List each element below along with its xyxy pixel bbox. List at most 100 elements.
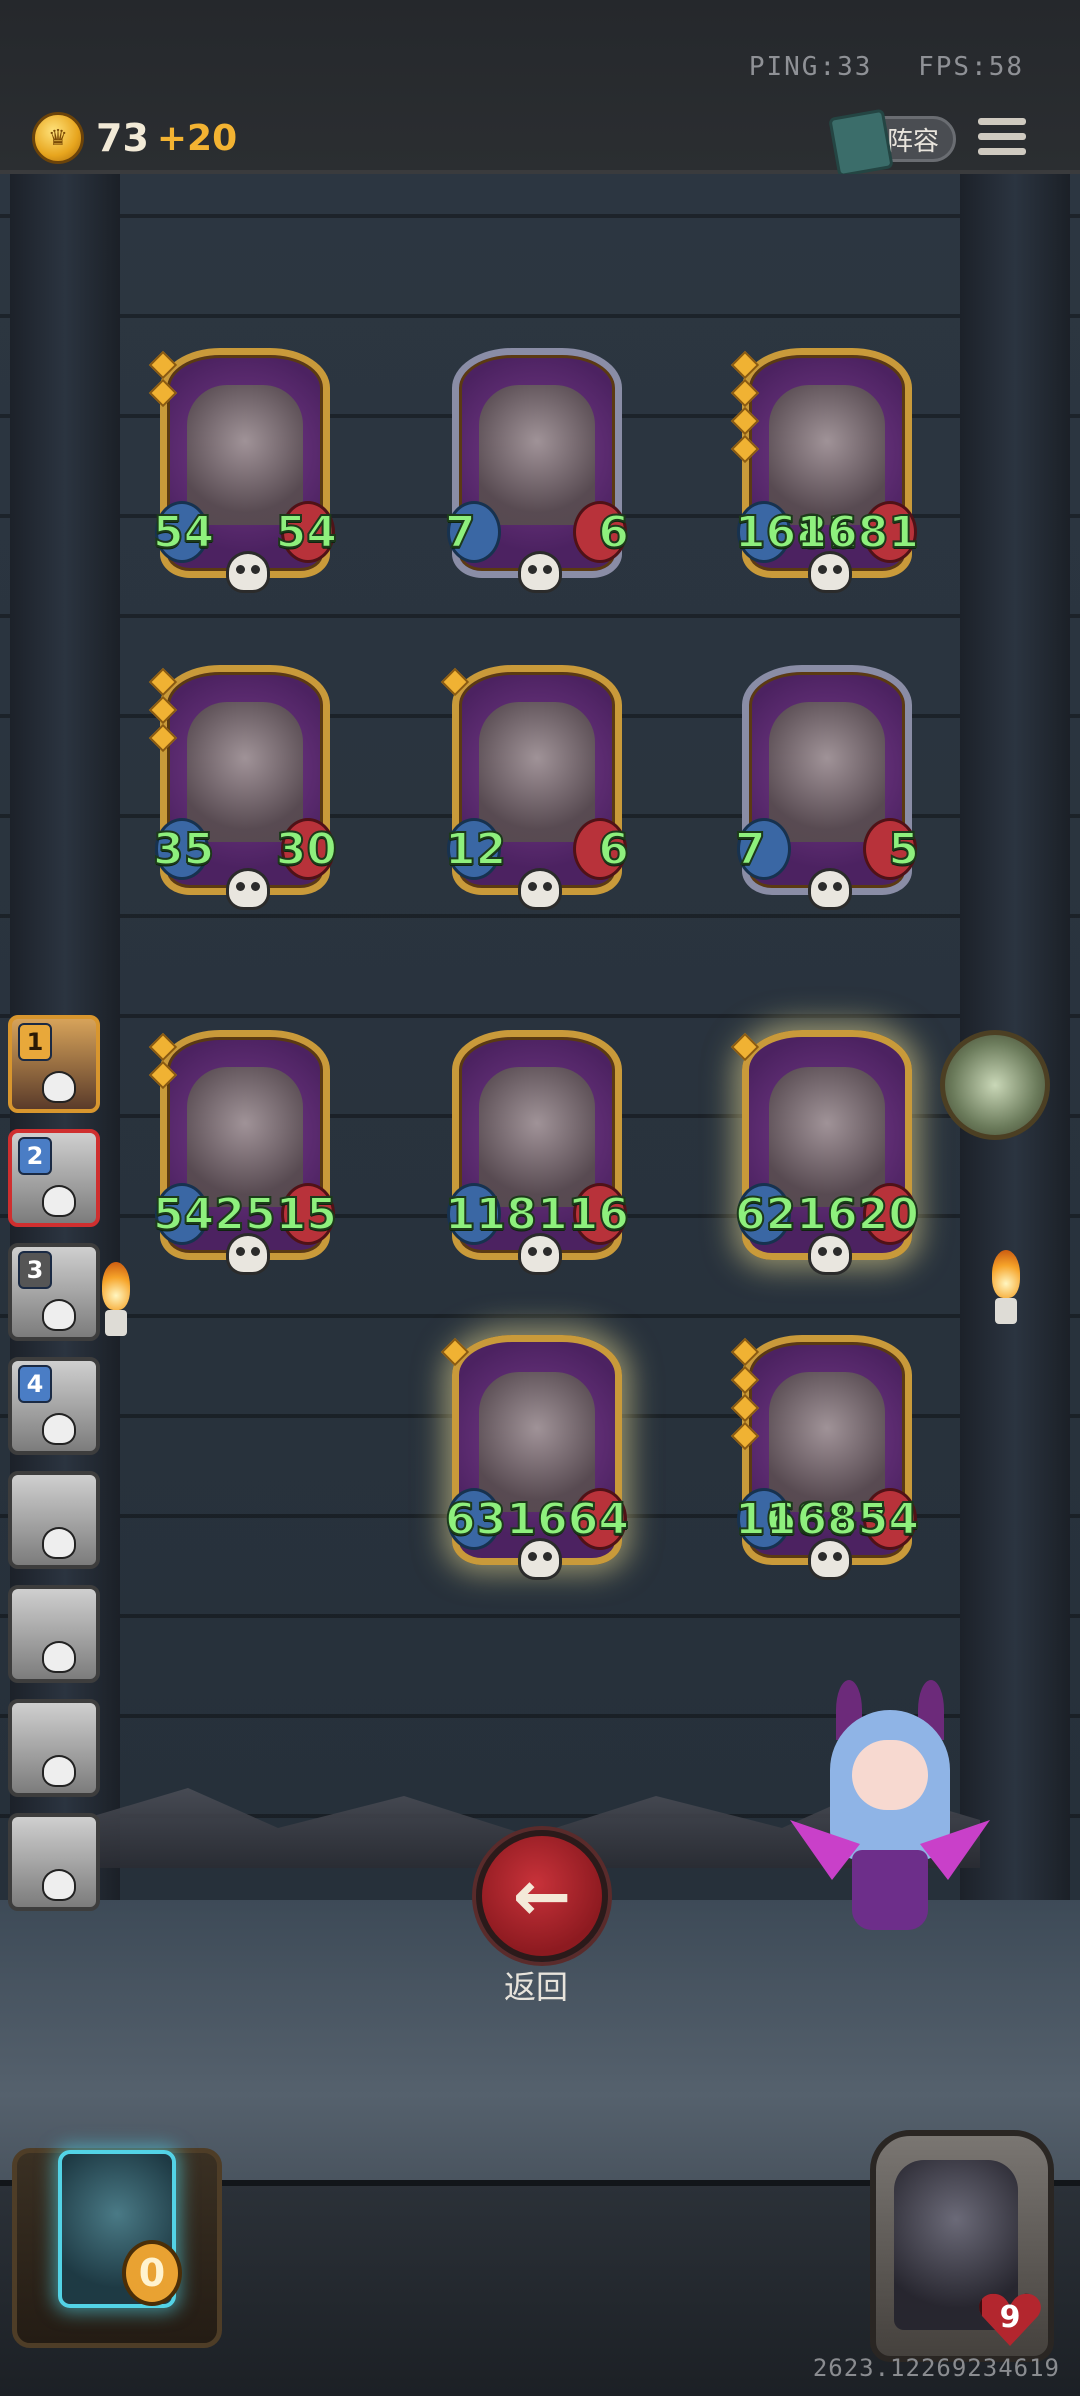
cup-count-badge: 0 (122, 2240, 182, 2306)
parrot-card[interactable]: 621 620 (730, 1030, 920, 1275)
minion-health: 620 (826, 1189, 920, 1240)
skull-icon (518, 551, 562, 593)
pelican-card[interactable]: 75 (734, 665, 920, 910)
minion-attack: 35 (152, 824, 215, 875)
skull-icon (226, 1233, 270, 1275)
octopus-pirate-card[interactable]: 16843 16854 (730, 1335, 920, 1580)
skull-icon (518, 1538, 562, 1580)
pelican-gold-card[interactable]: 542 515 (148, 1030, 338, 1275)
skull-icon (42, 1527, 76, 1559)
minion-portrait (187, 385, 303, 525)
hero-lives: 9 (999, 2300, 1021, 2335)
network-status: PING:33 FPS:58 (749, 52, 1024, 82)
opponent-slot[interactable] (8, 1813, 100, 1911)
skull-icon (42, 1185, 76, 1217)
gold-counter: ♛ 73 +20 (32, 112, 237, 164)
gold-bonus: +20 (156, 117, 238, 159)
minion-attack: 631 (444, 1494, 538, 1545)
minion-portrait (479, 385, 595, 525)
rank-badge: 4 (18, 1365, 52, 1403)
star-level-icon (730, 1032, 760, 1065)
opponent-slot[interactable] (8, 1699, 100, 1797)
skull-icon (42, 1299, 76, 1331)
minion-portrait (769, 1372, 885, 1512)
skull-icon (518, 1233, 562, 1275)
opponent-slot[interactable]: 3 (8, 1243, 100, 1341)
minion-health: 6 (597, 507, 630, 558)
minion-portrait (187, 1067, 303, 1207)
minion-portrait (187, 702, 303, 842)
skull-icon (808, 1233, 852, 1275)
castle-card[interactable]: 1681 1681 (730, 348, 920, 593)
opponent-slot[interactable] (8, 1585, 100, 1683)
masked-rabbit-gold-card[interactable]: 631 664 (440, 1335, 630, 1580)
minion-attack: 621 (734, 1189, 828, 1240)
minion-health: 1681 (796, 507, 920, 558)
skull-icon (42, 1413, 76, 1445)
torch-icon (986, 1250, 1026, 1330)
minion-health: 116 (536, 1189, 630, 1240)
team-lineup-button[interactable]: 阵容 (828, 108, 956, 178)
minion-health: 6 (597, 824, 630, 875)
minion-health: 16854 (765, 1494, 920, 1545)
gold-amount: 73 (96, 116, 149, 160)
book-icon (828, 108, 894, 178)
team-lineup-label: 阵容 (886, 126, 939, 157)
minion-health: 30 (275, 824, 338, 875)
minion-health: 664 (536, 1494, 630, 1545)
minion-attack: 542 (152, 1189, 246, 1240)
skull-icon (42, 1071, 76, 1103)
fps-readout: FPS:58 (918, 52, 1024, 82)
minion-health: 515 (244, 1189, 338, 1240)
minion-attack: 54 (152, 507, 215, 558)
minion-attack: 7 (734, 824, 767, 875)
minion-portrait (479, 1372, 595, 1512)
gold-coin-icon: ♛ (32, 112, 84, 164)
back-label: 返回 (503, 1968, 568, 2006)
skull-icon (42, 1755, 76, 1787)
opponent-slot[interactable]: 2 (8, 1129, 100, 1227)
skull-icon (808, 551, 852, 593)
minion-health: 5 (887, 824, 920, 875)
opponent-slot[interactable]: 1 (8, 1015, 100, 1113)
pocket-watch-icon[interactable] (940, 1030, 1050, 1140)
skull-icon (808, 868, 852, 910)
back-button[interactable]: ← (476, 1830, 608, 1962)
rank-badge: 1 (18, 1023, 52, 1061)
demon-girl-character (790, 1680, 990, 1960)
star-level-icon (148, 350, 178, 411)
rank-badge: 2 (18, 1137, 52, 1175)
minion-portrait (769, 385, 885, 525)
seed-readout: 2623.12269234619 (812, 2354, 1060, 2382)
skull-icon (808, 1538, 852, 1580)
skull-icon (42, 1869, 76, 1901)
minion-health: 54 (275, 507, 338, 558)
opponent-slot[interactable]: 4 (8, 1357, 100, 1455)
menu-icon[interactable] (978, 118, 1026, 160)
minion-portrait (769, 1067, 885, 1207)
witch-card[interactable]: 12 6 (440, 665, 630, 910)
minion-portrait (769, 702, 885, 842)
ping-readout: PING:33 (748, 52, 873, 82)
arrow-left-icon: ← (512, 1855, 572, 1937)
star-level-icon (440, 667, 470, 700)
monster-stack-card[interactable]: 35 30 (148, 665, 338, 910)
star-level-icon (440, 1337, 470, 1370)
rank-badge: 3 (18, 1251, 52, 1289)
top-bar: PING:33 FPS:58 ♛ 73 +20 阵容 (0, 0, 1080, 178)
skull-icon (518, 868, 562, 910)
star-level-icon (730, 350, 760, 467)
star-level-icon (148, 667, 178, 756)
skull-icon (42, 1641, 76, 1673)
opponent-slot[interactable] (8, 1471, 100, 1569)
masked-rabbit-card[interactable]: 76 (444, 348, 630, 593)
minion-attack: 12 (444, 824, 507, 875)
robot-duo-card[interactable]: 54 54 (148, 348, 338, 593)
minion-attack: 7 (444, 507, 477, 558)
minion-portrait (479, 1067, 595, 1207)
star-level-icon (148, 1032, 178, 1093)
minion-attack: 118 (444, 1189, 538, 1240)
minion-portrait (479, 702, 595, 842)
frog-apple-card[interactable]: 118 116 (444, 1030, 630, 1275)
skull-icon (226, 551, 270, 593)
